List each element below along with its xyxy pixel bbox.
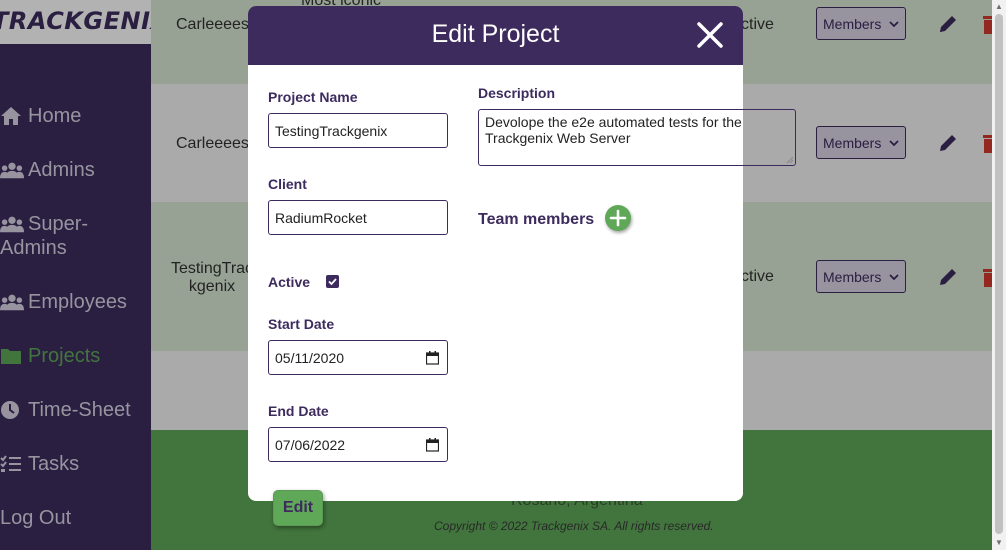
calendar-icon[interactable] bbox=[426, 438, 439, 452]
calendar-icon[interactable] bbox=[426, 351, 439, 365]
end-date-label: End Date bbox=[268, 403, 329, 419]
start-date-input[interactable]: 05/11/2020 bbox=[268, 340, 448, 375]
scroll-up-icon[interactable]: ▲ bbox=[994, 2, 1004, 12]
modal-header: Edit Project bbox=[248, 6, 743, 65]
scroll-down-icon[interactable]: ▼ bbox=[994, 538, 1004, 548]
team-members-label: Team members bbox=[478, 211, 595, 228]
project-name-value: TestingTrackgenix bbox=[275, 122, 388, 139]
description-textarea[interactable]: Devolope the e2e automated tests for the… bbox=[478, 109, 796, 166]
description-label: Description bbox=[478, 85, 556, 101]
start-date-label: Start Date bbox=[268, 316, 335, 332]
description-value: Devolope the e2e automated tests for the… bbox=[485, 114, 742, 146]
project-name-label: Project Name bbox=[268, 89, 358, 105]
modal-title: Edit Project bbox=[431, 20, 560, 48]
active-checkbox[interactable] bbox=[326, 275, 339, 288]
client-label: Client bbox=[268, 176, 307, 192]
active-label: Active bbox=[268, 274, 311, 290]
client-value: RadiumRocket bbox=[275, 209, 367, 226]
plus-icon bbox=[609, 209, 627, 227]
start-date-value: 05/11/2020 bbox=[275, 349, 345, 366]
submit-edit-label: Edit bbox=[282, 499, 314, 516]
scrollbar-thumb[interactable] bbox=[995, 14, 1003, 534]
add-member-button[interactable] bbox=[605, 205, 631, 231]
client-input[interactable]: RadiumRocket bbox=[268, 200, 448, 235]
resize-handle-icon[interactable] bbox=[786, 156, 794, 164]
submit-edit-button[interactable]: Edit bbox=[273, 490, 323, 526]
end-date-value: 07/06/2022 bbox=[275, 436, 346, 453]
project-name-input[interactable]: TestingTrackgenix bbox=[268, 113, 448, 148]
checkmark-icon bbox=[328, 278, 337, 286]
edit-project-modal: Edit Project Project Name TestingTrackge… bbox=[248, 6, 796, 526]
end-date-input[interactable]: 07/06/2022 bbox=[268, 427, 448, 462]
close-icon[interactable] bbox=[695, 20, 725, 50]
